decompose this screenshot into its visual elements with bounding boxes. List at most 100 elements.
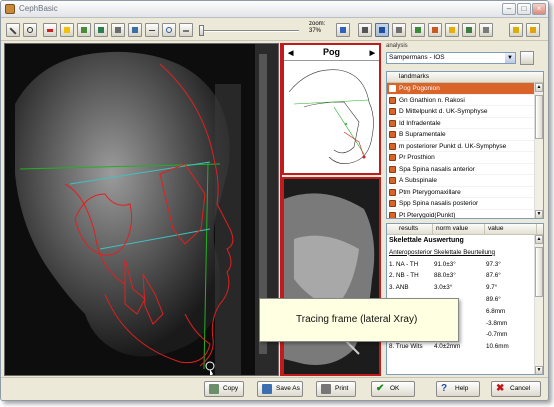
copy-icon — [209, 384, 219, 394]
print-button[interactable]: Print — [316, 381, 356, 397]
help-book-icon[interactable] — [526, 23, 540, 37]
scroll-down-button[interactable]: ▼ — [535, 366, 543, 374]
landmark-item[interactable]: Id Infradentale — [387, 118, 543, 129]
landmark-pin-icon — [389, 131, 396, 138]
trace-icon[interactable] — [411, 23, 425, 37]
results-row[interactable]: 1. NA - TH 91.0±3° 97.3° — [387, 259, 543, 271]
result-value: 9.7° — [486, 284, 498, 292]
add-layer-icon[interactable] — [336, 23, 350, 37]
landmark-label: Spp Spina nasalis posterior — [399, 200, 479, 207]
norm-col-header[interactable]: norm value — [433, 224, 485, 235]
analysis-select[interactable]: Sampermans - IOS ▼ — [386, 52, 516, 64]
result-norm: 91.0±3° — [434, 260, 456, 268]
rotate-icon[interactable] — [162, 23, 176, 37]
analysis-select-value: Sampermans - IOS — [389, 54, 445, 61]
landmark-label: Pr Prosthion — [399, 154, 435, 161]
highlight-icon[interactable] — [60, 23, 74, 37]
superimpose-icon[interactable] — [462, 23, 476, 37]
cut-icon[interactable] — [23, 23, 37, 37]
document-icon[interactable] — [509, 23, 523, 37]
undo-icon[interactable] — [179, 23, 193, 37]
prev-landmark-button[interactable]: ◀ — [288, 47, 293, 61]
title-bar: CephBasic – □ × — [1, 1, 548, 18]
landmark-item[interactable]: m posteriorer Punkt d. UK-Symphyse — [387, 141, 543, 152]
landmark-item[interactable]: B Supramentale — [387, 129, 543, 141]
landmark-item[interactable]: A Subspinale — [387, 175, 543, 187]
landmark-pin-icon — [389, 211, 396, 218]
landmark-label: D Mittelpunkt d. UK-Symphyse — [399, 108, 488, 115]
analysis-label: analysis — [386, 43, 408, 49]
cancel-button[interactable]: ✖ Cancel — [491, 381, 541, 397]
result-value: 89.6° — [486, 295, 501, 303]
zoom-slider[interactable] — [195, 25, 303, 37]
chevron-down-icon[interactable]: ▼ — [505, 53, 515, 63]
landmark-label: Spa Spina nasalis anterior — [399, 165, 475, 173]
landmark-label: A Subspinale — [399, 177, 437, 184]
landmark-label: Id Infradentale — [399, 119, 441, 127]
help-button[interactable]: ? Help — [436, 381, 480, 397]
result-norm: 3.0±3° — [434, 284, 453, 292]
layer-icon[interactable] — [358, 23, 372, 37]
close-button[interactable]: × — [532, 3, 546, 15]
measure-icon[interactable] — [145, 23, 159, 37]
swap-icon[interactable] — [111, 23, 125, 37]
landmark-item[interactable]: Gn Gnathion n. Rakosi — [387, 95, 543, 106]
landmark-pin-icon — [389, 165, 396, 173]
zoom-label: zoom: — [309, 21, 326, 27]
landmark-item[interactable]: Ptm Pterygomaxillare — [387, 187, 543, 198]
zoom-readout: zoom: 37% — [309, 21, 325, 35]
landmark-label: B Supramentale — [399, 131, 446, 138]
app-window: CephBasic – □ × zoom: 37% ◀ Pog ▶ analys… — [0, 0, 549, 401]
result-value: 10.6mm — [486, 343, 509, 351]
result-name: 3. ANB — [389, 284, 409, 292]
analysis-options-button[interactable] — [520, 51, 534, 65]
landmark-item[interactable]: Pog Pogonion — [387, 83, 543, 95]
xray-overview-panel[interactable] — [282, 177, 381, 376]
save-as-button[interactable]: Save As — [257, 381, 303, 397]
landmark-item[interactable]: Pt Pterygoid(Punkt) — [387, 210, 543, 219]
results-scrollbar[interactable]: ▲ ▼ — [534, 235, 543, 374]
grid-icon[interactable] — [392, 23, 406, 37]
edit-icon[interactable] — [6, 23, 20, 37]
value-col-header[interactable]: value — [485, 224, 537, 235]
results-row[interactable]: 3. ANB 3.0±3° 9.7° — [387, 282, 543, 294]
landmark-item[interactable]: D Mittelpunkt d. UK-Symphyse — [387, 106, 543, 118]
landmark-item[interactable]: Pr Prosthion — [387, 152, 543, 164]
outline-icon[interactable] — [428, 23, 442, 37]
ok-button[interactable]: ✔ OK — [371, 381, 415, 397]
results-row[interactable]: 2. NB - TH 88.0±3° 87.6° — [387, 270, 543, 282]
overlay-icon[interactable] — [479, 23, 493, 37]
maximize-button[interactable]: □ — [517, 3, 531, 15]
results-row[interactable]: 8. True Wits 4.0±2mm 10.6mm — [387, 341, 543, 353]
save-as-label: Save As — [276, 385, 300, 392]
landmarks-scrollbar[interactable]: ▲ ▼ — [534, 83, 543, 218]
scroll-thumb[interactable] — [535, 247, 543, 297]
image-adjust-icon[interactable] — [94, 23, 108, 37]
calibrate-icon[interactable] — [375, 23, 389, 37]
scroll-up-button[interactable]: ▲ — [535, 83, 543, 92]
landmark-label: Gn Gnathion n. Rakosi — [399, 96, 465, 104]
landmark-item[interactable]: Spa Spina nasalis anterior — [387, 164, 543, 175]
copy-button[interactable]: Copy — [204, 381, 244, 397]
scroll-thumb[interactable] — [535, 95, 543, 139]
copy-label: Copy — [223, 385, 239, 392]
view-icon[interactable] — [128, 23, 142, 37]
zoom-slider-thumb[interactable] — [199, 25, 204, 36]
scroll-down-button[interactable]: ▼ — [535, 210, 543, 218]
results-section-title: Skelettale Auswertung — [389, 237, 464, 244]
landmark-pin-icon — [389, 188, 396, 196]
landmark-label: Pog Pogonion — [399, 85, 440, 92]
profile-icon[interactable] — [445, 23, 459, 37]
image-icon[interactable] — [77, 23, 91, 37]
landmark-preview-panel: ◀ Pog ▶ — [282, 43, 381, 175]
scroll-up-button[interactable]: ▲ — [535, 235, 543, 244]
landmark-label: m posteriorer Punkt d. UK-Symphyse — [399, 142, 507, 150]
result-value: -0.7mm — [486, 331, 508, 339]
minimize-button[interactable]: – — [502, 3, 516, 15]
results-col-header[interactable]: results — [387, 224, 433, 235]
landmark-item[interactable]: Spp Spina nasalis posterior — [387, 198, 543, 210]
landmark-label: Pt Pterygoid(Punkt) — [399, 211, 456, 219]
delete-icon[interactable] — [43, 23, 57, 37]
xray-tracing-canvas[interactable] — [4, 43, 279, 376]
next-landmark-button[interactable]: ▶ — [370, 47, 375, 61]
